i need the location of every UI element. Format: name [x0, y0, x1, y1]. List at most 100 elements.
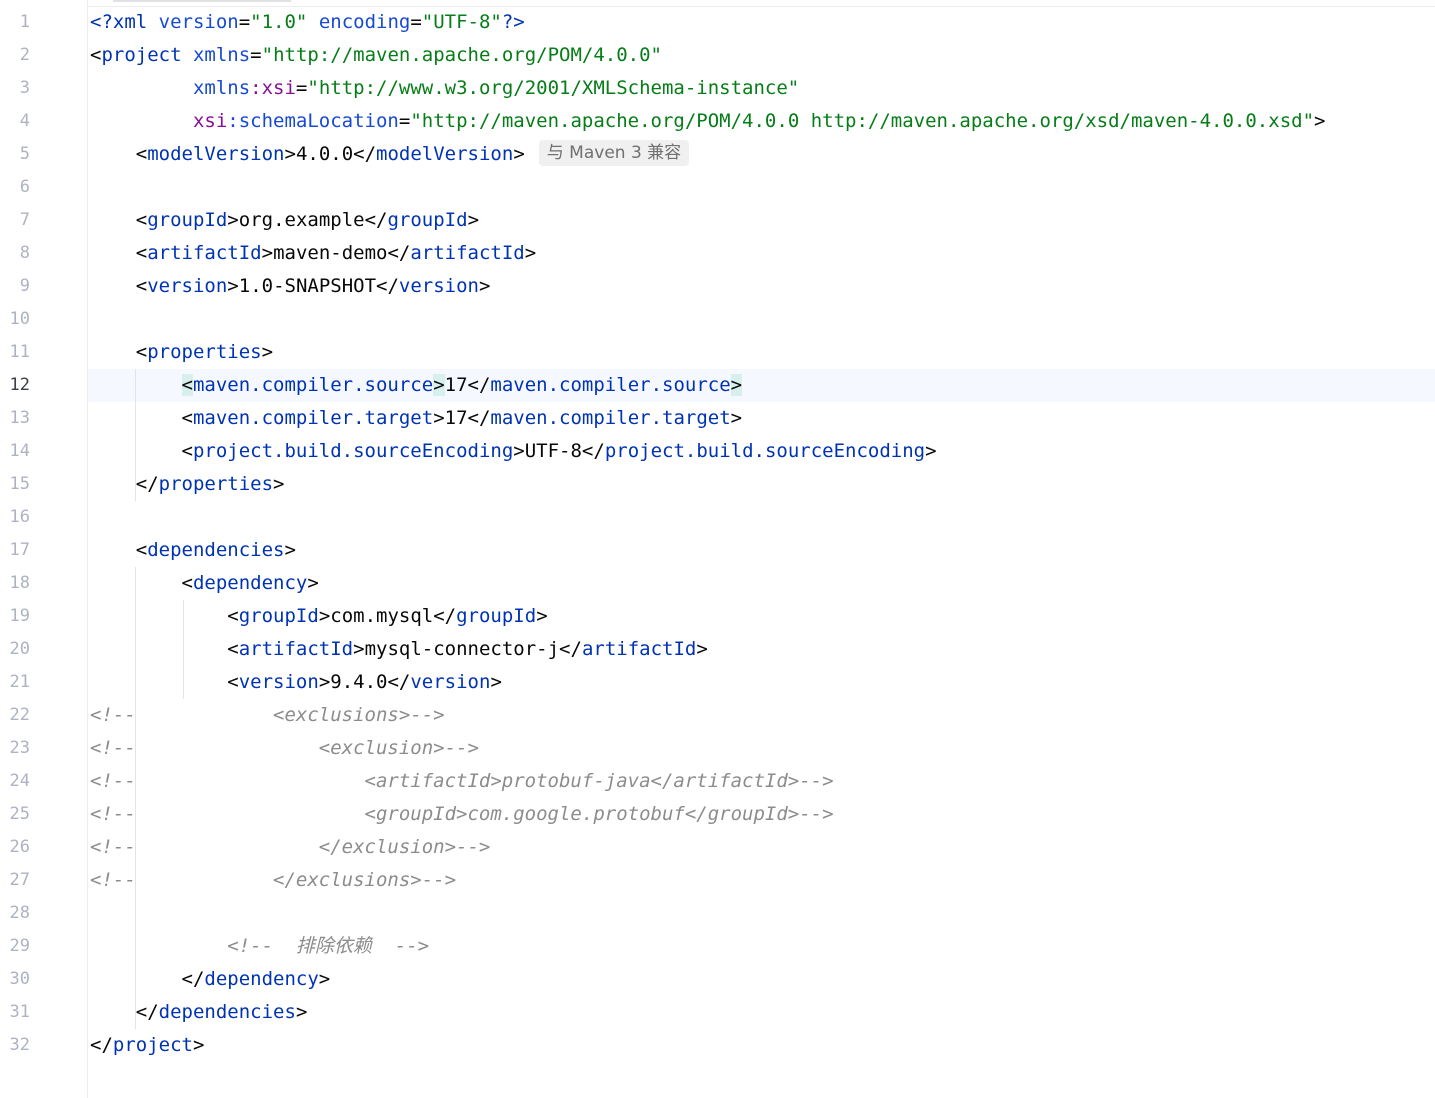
code-token-bracket: >	[295, 1001, 308, 1023]
line-number[interactable]: 12	[0, 369, 30, 402]
code-line[interactable]: <?xml version="1.0" encoding="UTF-8"?>	[90, 6, 525, 39]
code-token-comment: <!-- <exclusions>-->	[90, 704, 445, 726]
line-number[interactable]: 15	[0, 468, 30, 501]
line-number[interactable]: 6	[0, 171, 30, 204]
line-number[interactable]: 2	[0, 39, 30, 72]
code-line[interactable]: <version>1.0-SNAPSHOT</version>	[90, 270, 491, 303]
code-token-bracket: >	[318, 968, 331, 990]
code-line[interactable]: <groupId>org.example</groupId>	[90, 204, 479, 237]
line-number[interactable]: 11	[0, 336, 30, 369]
code-token-text: maven-demo	[273, 242, 388, 264]
code-token-tag: artifactId	[147, 242, 262, 264]
inlay-hint[interactable]: 与 Maven 3 兼容	[538, 140, 690, 166]
code-line[interactable]: <artifactId>mysql-connector-j</artifactI…	[90, 633, 708, 666]
code-line[interactable]: </properties>	[90, 468, 285, 501]
code-token-tag: modelVersion	[147, 143, 285, 165]
code-line[interactable]: <!-- <exclusion>-->	[90, 732, 479, 765]
code-token-bracket: </	[135, 473, 159, 495]
code-token-comment: <!-- </exclusion>-->	[90, 836, 491, 858]
line-number[interactable]: 4	[0, 105, 30, 138]
line-number[interactable]: 28	[0, 897, 30, 930]
code-line[interactable]: <project.build.sourceEncoding>UTF-8</pro…	[90, 435, 937, 468]
code-token-bracket: <	[227, 638, 239, 660]
code-token-comment: <!-- <exclusion>-->	[90, 737, 479, 759]
code-token-match: >	[433, 374, 445, 396]
line-number[interactable]: 19	[0, 600, 30, 633]
line-number[interactable]: 20	[0, 633, 30, 666]
line-number[interactable]: 5	[0, 138, 30, 171]
code-line[interactable]: <!-- 排除依赖 -->	[90, 930, 429, 963]
line-number[interactable]: 25	[0, 798, 30, 831]
line-number[interactable]: 8	[0, 237, 30, 270]
code-token-tag: maven.compiler.target	[490, 407, 731, 429]
tab-indicator	[113, 0, 291, 2]
code-line[interactable]: <maven.compiler.target>17</maven.compile…	[90, 402, 743, 435]
line-number[interactable]: 13	[0, 402, 30, 435]
code-token-bracket: </	[433, 605, 457, 627]
line-number[interactable]: 7	[0, 204, 30, 237]
line-number[interactable]: 26	[0, 831, 30, 864]
code-token-bracket: <	[181, 440, 193, 462]
code-line[interactable]: <version>9.4.0</version>	[90, 666, 502, 699]
line-number[interactable]: 1	[0, 6, 30, 39]
code-token-text: com.mysql	[330, 605, 434, 627]
code-line[interactable]: xmlns:xsi="http://www.w3.org/2001/XMLSch…	[90, 72, 799, 105]
line-number[interactable]: 22	[0, 699, 30, 732]
code-line[interactable]: </dependencies>	[90, 996, 308, 1029]
line-number[interactable]: 23	[0, 732, 30, 765]
code-line[interactable]: <modelVersion>4.0.0</modelVersion> 与 Mave…	[90, 138, 690, 171]
line-number-gutter[interactable]: 1 2 3 4 5 6 7 8 9 10 11 12 13 14 15 16 17 18 19 20 21 22 23 24 2…	[0, 0, 87, 1098]
code-token-bracket: </	[353, 143, 377, 165]
code-line[interactable]: <dependency>	[90, 567, 319, 600]
code-token-bracket: >	[284, 143, 296, 165]
code-line[interactable]: <project xmlns="http://maven.apache.org/…	[90, 39, 662, 72]
code-token-bracket: >	[536, 605, 548, 627]
code-token-ns: xsi	[192, 110, 228, 132]
code-token-text: 17	[444, 407, 468, 429]
code-token-bracket: </	[581, 440, 605, 462]
code-token-tag: dependency	[204, 968, 319, 990]
line-number[interactable]: 17	[0, 534, 30, 567]
code-line[interactable]: <groupId>com.mysql</groupId>	[90, 600, 548, 633]
line-number[interactable]: 31	[0, 996, 30, 1029]
code-token-bracket: </	[181, 968, 205, 990]
code-token-bracket: <	[135, 539, 148, 561]
line-number[interactable]: 29	[0, 930, 30, 963]
line-number[interactable]: 16	[0, 501, 30, 534]
gutter-divider	[87, 0, 88, 1098]
line-number[interactable]: 9	[0, 270, 30, 303]
line-number[interactable]: 27	[0, 864, 30, 897]
line-number[interactable]: 10	[0, 303, 30, 336]
line-number[interactable]: 24	[0, 765, 30, 798]
code-line[interactable]: <properties>	[90, 336, 273, 369]
line-number[interactable]: 30	[0, 963, 30, 996]
code-line[interactable]: xsi:schemaLocation="http://maven.apache.…	[90, 105, 1326, 138]
code-token-tag: dependencies	[147, 539, 285, 561]
code-token-bracket: >	[730, 407, 743, 429]
code-token-bracket: <	[135, 341, 148, 363]
line-number[interactable]: 14	[0, 435, 30, 468]
line-number[interactable]: 18	[0, 567, 30, 600]
code-token-tag: version	[398, 275, 479, 297]
code-token-bracket: >	[479, 275, 491, 297]
code-token-bracket: <	[135, 143, 148, 165]
code-token-str: "1.0"	[250, 11, 308, 33]
code-line[interactable]: </dependency>	[90, 963, 331, 996]
line-number[interactable]: 3	[0, 72, 30, 105]
code-line[interactable]: <!-- </exclusions>-->	[90, 864, 456, 897]
code-token-match: >	[730, 374, 743, 396]
code-line[interactable]: <!-- <groupId>com.google.protobuf</group…	[90, 798, 834, 831]
code-line[interactable]: <artifactId>maven-demo</artifactId>	[90, 237, 536, 270]
line-number[interactable]: 32	[0, 1029, 30, 1062]
code-line[interactable]: <!-- <exclusions>-->	[90, 699, 445, 732]
code-line[interactable]: <dependencies>	[90, 534, 296, 567]
code-token-bracket: </	[364, 209, 388, 231]
line-number[interactable]: 21	[0, 666, 30, 699]
code-editor[interactable]: 1 2 3 4 5 6 7 8 9 10 11 12 13 14 15 16 17 18 19 20 21 22 23 24 2…	[0, 0, 1435, 1098]
code-token-attr: version	[158, 11, 239, 33]
code-line[interactable]: </project>	[90, 1029, 204, 1062]
code-token-bracket: </	[90, 1034, 113, 1056]
code-line[interactable]: <!-- </exclusion>-->	[90, 831, 490, 864]
code-line[interactable]: <maven.compiler.source>17</maven.compile…	[90, 369, 743, 402]
code-line[interactable]: <!-- <artifactId>protobuf-java</artifact…	[90, 765, 834, 798]
